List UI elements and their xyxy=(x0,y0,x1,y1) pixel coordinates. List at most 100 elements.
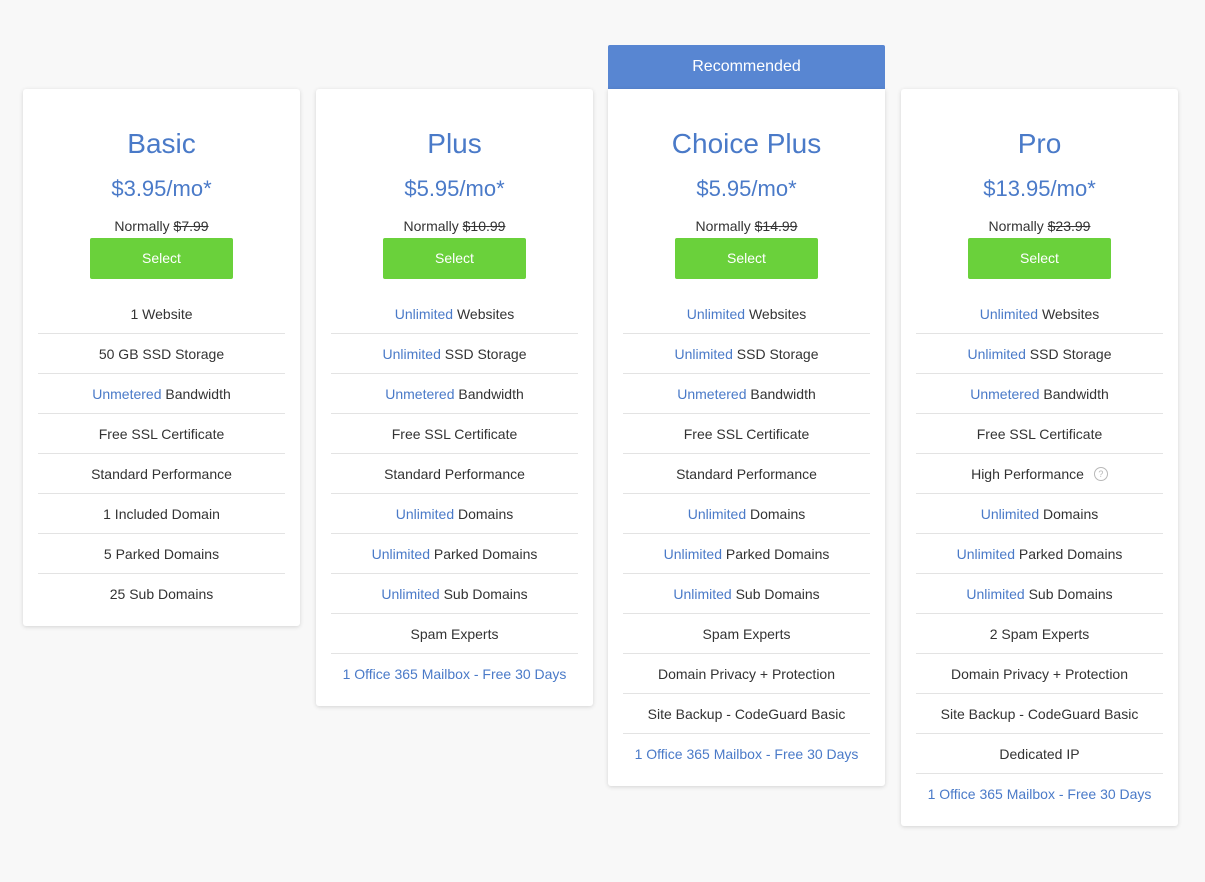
feature-list: Unlimited Websites Unlimited SSD Storage U… xyxy=(916,294,1163,814)
feature-text: Sub Domains xyxy=(439,586,528,602)
feature-text: Free SSL Certificate xyxy=(98,426,225,442)
feature-text: Site Backup - CodeGuard Basic xyxy=(940,706,1139,722)
feature-text: Domains xyxy=(454,506,514,522)
feature-highlight: Unlimited xyxy=(673,586,732,602)
feature-text: Bandwidth xyxy=(454,386,524,402)
feature-text: Standard Performance xyxy=(676,466,817,482)
feature-text: Free SSL Certificate xyxy=(976,426,1103,442)
feature-highlight: Unlimited xyxy=(381,586,440,602)
office-365-link[interactable]: 1 Office 365 Mailbox - Free 30 Days xyxy=(635,746,859,762)
feature-text: Parked Domains xyxy=(1014,546,1123,562)
feature-text: Bandwidth xyxy=(1039,386,1109,402)
plan-name: Plus xyxy=(427,128,482,159)
feature-item: Site Backup - CodeGuard Basic xyxy=(623,694,870,734)
normally-label: Normally xyxy=(403,218,459,234)
feature-item: Unlimited Sub Domains xyxy=(623,574,870,614)
help-icon[interactable]: ? xyxy=(1093,467,1108,482)
plan-card-choice-plus: Choice Plus $5.95/mo* Normally $14.99 Se… xyxy=(608,89,885,786)
feature-item[interactable]: 1 Office 365 Mailbox - Free 30 Days xyxy=(916,774,1163,814)
old-price: $10.99 xyxy=(462,218,506,234)
feature-text: Sub Domains xyxy=(731,586,820,602)
feature-item[interactable]: 1 Office 365 Mailbox - Free 30 Days xyxy=(331,654,578,694)
feature-text: Websites xyxy=(453,306,515,322)
plan-card-basic: Basic $3.95/mo* Normally $7.99 Select 1 … xyxy=(23,89,300,626)
feature-item: Unlimited Domains xyxy=(331,494,578,534)
feature-highlight: Unlimited xyxy=(394,306,454,322)
feature-item: Dedicated IP xyxy=(916,734,1163,774)
feature-item: Standard Performance xyxy=(331,454,578,494)
feature-item: Unlimited Websites xyxy=(331,294,578,334)
feature-item: Domain Privacy + Protection xyxy=(623,654,870,694)
feature-text: SSD Storage xyxy=(440,346,527,362)
feature-item: Standard Performance xyxy=(38,454,285,494)
feature-highlight: Unmetered xyxy=(970,386,1040,402)
feature-highlight: Unlimited xyxy=(395,506,455,522)
plan-card-pro: Pro $13.95/mo* Normally $23.99 Select Un… xyxy=(901,89,1178,826)
old-price: $7.99 xyxy=(173,218,209,234)
feature-text: 2 Spam Experts xyxy=(989,626,1090,642)
normally-label: Normally xyxy=(695,218,751,234)
feature-text: Domain Privacy + Protection xyxy=(950,666,1129,682)
feature-text: 1 Included Domain xyxy=(103,506,220,522)
feature-list: Unlimited Websites Unlimited SSD Storage U… xyxy=(331,294,578,694)
select-basic-button[interactable]: Select xyxy=(90,238,233,279)
feature-list: 1 Website 50 GB SSD Storage Unmetered Band… xyxy=(38,294,285,614)
feature-item: Unlimited Domains xyxy=(623,494,870,534)
select-pro-button[interactable]: Select xyxy=(968,238,1111,279)
feature-item: Unmetered Bandwidth xyxy=(38,374,285,414)
feature-text: Spam Experts xyxy=(410,626,499,642)
feature-item: Free SSL Certificate xyxy=(623,414,870,454)
office-365-link[interactable]: 1 Office 365 Mailbox - Free 30 Days xyxy=(928,786,1152,802)
feature-text: Site Backup - CodeGuard Basic xyxy=(647,706,846,722)
feature-highlight: Unlimited xyxy=(979,306,1039,322)
plan-normal-price: Normally $10.99 xyxy=(331,217,578,235)
feature-item: Unmetered Bandwidth xyxy=(916,374,1163,414)
feature-highlight: Unlimited xyxy=(980,506,1040,522)
feature-item: Standard Performance xyxy=(623,454,870,494)
plan-name: Choice Plus xyxy=(671,128,822,159)
feature-highlight: Unlimited xyxy=(956,546,1015,562)
feature-text: 25 Sub Domains xyxy=(109,586,214,602)
feature-item: Unlimited SSD Storage xyxy=(331,334,578,374)
recommended-ribbon: Recommended xyxy=(608,45,885,89)
feature-text: Sub Domains xyxy=(1024,586,1113,602)
normally-label: Normally xyxy=(988,218,1044,234)
feature-highlight: Unlimited xyxy=(966,586,1025,602)
feature-item: Spam Experts xyxy=(623,614,870,654)
feature-text: SSD Storage xyxy=(1025,346,1112,362)
select-plus-button[interactable]: Select xyxy=(383,238,526,279)
feature-text: Websites xyxy=(1038,306,1100,322)
feature-text: Parked Domains xyxy=(429,546,538,562)
plan-price: $5.95/mo* xyxy=(696,176,797,201)
feature-item: Unmetered Bandwidth xyxy=(623,374,870,414)
feature-item: Unlimited Websites xyxy=(623,294,870,334)
feature-highlight: Unmetered xyxy=(677,386,747,402)
feature-text: Websites xyxy=(745,306,807,322)
feature-text: Free SSL Certificate xyxy=(391,426,518,442)
feature-text: Free SSL Certificate xyxy=(683,426,810,442)
feature-highlight: Unlimited xyxy=(663,546,722,562)
feature-text: Parked Domains xyxy=(721,546,830,562)
select-choice-plus-button[interactable]: Select xyxy=(675,238,818,279)
pricing-page: Recommended Basic $3.95/mo* Normally $7.… xyxy=(0,0,1205,882)
feature-item: Unlimited Sub Domains xyxy=(916,574,1163,614)
feature-item: Unlimited Parked Domains xyxy=(916,534,1163,574)
feature-text: Domains xyxy=(746,506,806,522)
feature-text: Bandwidth xyxy=(746,386,816,402)
feature-item: 5 Parked Domains xyxy=(38,534,285,574)
feature-item: Unlimited Websites xyxy=(916,294,1163,334)
office-365-link[interactable]: 1 Office 365 Mailbox - Free 30 Days xyxy=(343,666,567,682)
feature-highlight: Unlimited xyxy=(686,306,746,322)
plan-normal-price: Normally $23.99 xyxy=(916,217,1163,235)
feature-text: Spam Experts xyxy=(702,626,791,642)
plan-name: Basic xyxy=(127,128,196,159)
feature-item: 2 Spam Experts xyxy=(916,614,1163,654)
feature-item[interactable]: 1 Office 365 Mailbox - Free 30 Days xyxy=(623,734,870,774)
plan-normal-price: Normally $14.99 xyxy=(623,217,870,235)
feature-text: Dedicated IP xyxy=(999,746,1080,762)
feature-item: 50 GB SSD Storage xyxy=(38,334,285,374)
feature-item: Unlimited SSD Storage xyxy=(623,334,870,374)
feature-item: Unlimited Parked Domains xyxy=(331,534,578,574)
feature-text: Domains xyxy=(1039,506,1099,522)
feature-text: 50 GB SSD Storage xyxy=(98,346,225,362)
